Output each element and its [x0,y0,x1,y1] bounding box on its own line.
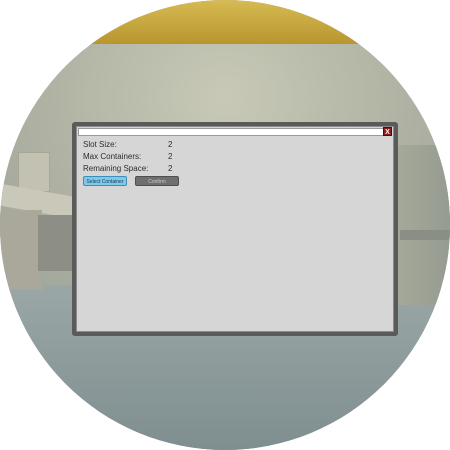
game-viewport: X Slot Size: 2 Max Containers: 2 Remaini… [0,0,450,450]
panel-title-bar[interactable] [78,128,392,136]
container-panel: X Slot Size: 2 Max Containers: 2 Remaini… [72,122,398,336]
close-button[interactable]: X [383,127,392,136]
close-icon: X [385,129,390,136]
confirm-button[interactable]: Confirm [135,176,179,186]
desk-panel [38,215,72,271]
desk-side [0,210,42,290]
right-structure [398,145,450,305]
desk-monitor [18,152,50,192]
slot-size-value: 2 [168,140,173,149]
ceiling-light-band [0,0,450,44]
remaining-space-value: 2 [168,164,173,173]
select-container-button[interactable]: Select Container [83,176,127,186]
max-containers-value: 2 [168,152,173,161]
right-rail [400,230,450,240]
